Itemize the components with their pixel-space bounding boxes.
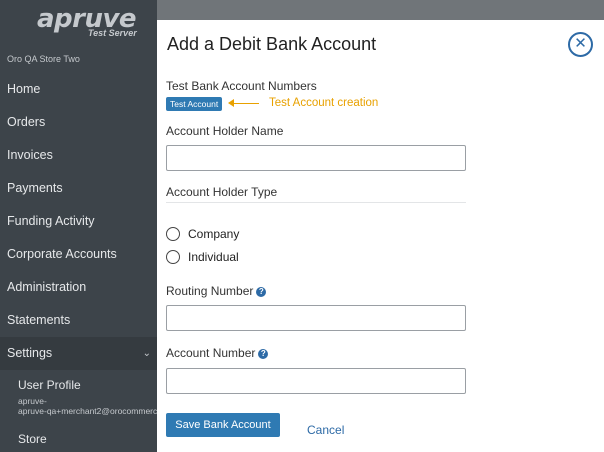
chevron-down-icon[interactable]: ⌄ (143, 337, 151, 370)
user-email: apruve-apruve-qa+merchant2@orocommerce.c… (18, 396, 157, 416)
nav-administration[interactable]: Administration (0, 271, 157, 304)
cancel-link[interactable]: Cancel (307, 423, 344, 437)
radio-individual-label: Individual (188, 250, 239, 264)
sub-store[interactable]: Store (18, 432, 47, 446)
radio-button[interactable] (166, 250, 180, 264)
close-icon[interactable]: ✕ (568, 32, 593, 57)
account-number-label: Account Number? (166, 346, 269, 360)
routing-label-text: Routing Number (166, 284, 254, 298)
test-numbers-label: Test Bank Account Numbers (166, 79, 317, 93)
radio-company-label: Company (188, 227, 240, 241)
holder-name-label: Account Holder Name (166, 124, 284, 138)
annotation-text: Test Account creation (269, 97, 379, 109)
radio-button[interactable] (166, 227, 180, 241)
nav-settings-label: Settings (7, 346, 53, 360)
store-name: Oro QA Store Two (7, 54, 80, 64)
sub-user-profile[interactable]: User Profile (18, 378, 81, 392)
save-bank-account-button[interactable]: Save Bank Account (166, 413, 280, 437)
user-email-text: apruve-qa+merchant2@orocommerce.com (18, 406, 157, 416)
annotation-arrow-line (231, 103, 259, 104)
modal-title: Add a Debit Bank Account (167, 34, 377, 54)
nav-statements[interactable]: Statements (0, 304, 157, 337)
account-number-input[interactable] (166, 368, 466, 394)
help-icon[interactable]: ? (256, 287, 267, 297)
add-bank-account-modal: Add a Debit Bank Account ✕ Test Bank Acc… (157, 20, 604, 452)
help-icon[interactable]: ? (258, 349, 269, 359)
logo-subtitle: Test Server (88, 28, 137, 38)
nav-corporate-accounts[interactable]: Corporate Accounts (0, 238, 157, 271)
nav-invoices[interactable]: Invoices (0, 139, 157, 172)
test-account-badge[interactable]: Test Account (166, 97, 223, 111)
nav-payments[interactable]: Payments (0, 172, 157, 205)
nav-funding-activity[interactable]: Funding Activity (0, 205, 157, 238)
sidebar: apruve Test Server Oro QA Store Two Home… (0, 0, 157, 452)
top-bar (157, 0, 604, 20)
nav-settings[interactable]: Settings ⌄ (0, 337, 157, 370)
account-holder-name-input[interactable] (166, 145, 466, 171)
holder-type-label: Account Holder Type (166, 185, 278, 199)
nav-home[interactable]: Home (0, 73, 157, 106)
nav-orders[interactable]: Orders (0, 106, 157, 139)
account-number-label-text: Account Number (166, 346, 256, 360)
routing-label: Routing Number? (166, 284, 267, 298)
divider (166, 202, 466, 203)
routing-number-input[interactable] (166, 305, 466, 331)
